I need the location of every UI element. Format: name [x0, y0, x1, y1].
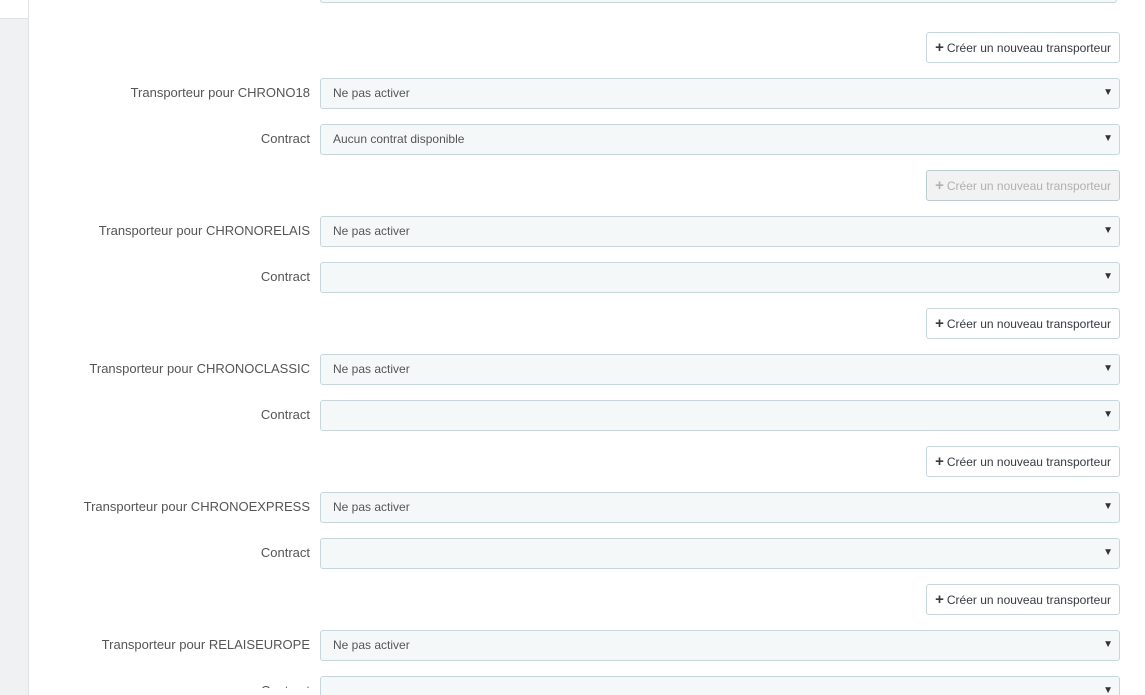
carrier-select-value: Ne pas activer	[333, 224, 410, 238]
contract-select-chronoexpress[interactable]: ▼	[320, 538, 1120, 569]
create-carrier-button[interactable]: + Créer un nouveau transporteur	[926, 584, 1120, 615]
contract-select-relaiseurope[interactable]: ▼	[320, 676, 1120, 695]
contract-label: Contract	[260, 683, 310, 695]
button-row: + Créer un nouveau transporteur	[29, 32, 1145, 78]
carrier-row-chrono18: Transporteur pour CHRONO18 Ne pas active…	[29, 78, 1145, 124]
contract-label: Contract	[260, 545, 310, 560]
carrier-label: Transporteur pour CHRONORELAIS	[98, 223, 310, 238]
button-wrap: + Créer un nouveau transporteur	[926, 584, 1120, 615]
dropdown-arrow-icon: ▼	[1103, 271, 1113, 282]
carrier-select-chronorelais[interactable]: Ne pas activer ▼	[320, 216, 1120, 247]
create-carrier-button[interactable]: + Créer un nouveau transporteur	[926, 32, 1120, 63]
create-carrier-button-label: Créer un nouveau transporteur	[946, 178, 1111, 193]
carrier-select-value: Ne pas activer	[333, 86, 410, 100]
create-carrier-button-label: Créer un nouveau transporteur	[946, 592, 1111, 607]
contract-select-value: Aucun contrat disponible	[333, 132, 465, 146]
carrier-select-relaiseurope[interactable]: Ne pas activer ▼	[320, 630, 1120, 661]
previous-contract-select[interactable]	[320, 0, 1117, 3]
dropdown-arrow-icon: ▼	[1103, 639, 1113, 650]
dropdown-arrow-icon: ▼	[1103, 547, 1113, 558]
carrier-select-chrono18[interactable]: Ne pas activer ▼	[320, 78, 1120, 109]
create-carrier-button[interactable]: + Créer un nouveau transporteur	[926, 446, 1120, 477]
carrier-row-chronoexpress: Transporteur pour CHRONOEXPRESS Ne pas a…	[29, 492, 1145, 538]
button-wrap: + Créer un nouveau transporteur	[926, 32, 1120, 63]
carrier-label: Transporteur pour RELAISEUROPE	[101, 637, 310, 652]
create-carrier-button[interactable]: + Créer un nouveau transporteur	[926, 308, 1120, 339]
carrier-select-value: Ne pas activer	[333, 638, 410, 652]
carrier-row-chronoclassic: Transporteur pour CHRONOCLASSIC Ne pas a…	[29, 354, 1145, 400]
carrier-label: Transporteur pour CHRONO18	[130, 85, 310, 100]
dropdown-arrow-icon: ▼	[1103, 409, 1113, 420]
plus-icon: +	[935, 315, 944, 332]
button-row: + Créer un nouveau transporteur	[29, 446, 1145, 492]
contract-select-chronorelais[interactable]: ▼	[320, 262, 1120, 293]
dropdown-arrow-icon: ▼	[1103, 87, 1113, 98]
carrier-row-chronorelais: Transporteur pour CHRONORELAIS Ne pas ac…	[29, 216, 1145, 262]
carrier-configuration-panel: + Créer un nouveau transporteur Transpor…	[28, 0, 1145, 695]
button-row: + Créer un nouveau transporteur	[29, 584, 1145, 630]
create-carrier-button-label: Créer un nouveau transporteur	[946, 454, 1111, 469]
carrier-select-value: Ne pas activer	[333, 362, 410, 376]
button-wrap: + Créer un nouveau transporteur	[926, 170, 1120, 201]
contract-row-chronorelais: Contract ▼	[29, 262, 1145, 308]
create-carrier-button-label: Créer un nouveau transporteur	[946, 40, 1111, 55]
dropdown-arrow-icon: ▼	[1103, 363, 1113, 374]
contract-label: Contract	[260, 407, 310, 422]
contract-row-relaiseurope: Contract ▼	[29, 676, 1145, 695]
button-row: + Créer un nouveau transporteur	[29, 308, 1145, 354]
dropdown-arrow-icon: ▼	[1103, 133, 1113, 144]
contract-label: Contract	[260, 269, 310, 284]
dropdown-arrow-icon: ▼	[1103, 225, 1113, 236]
dropdown-arrow-icon: ▼	[1103, 501, 1113, 512]
create-carrier-button-disabled[interactable]: + Créer un nouveau transporteur	[926, 170, 1120, 201]
plus-icon: +	[935, 39, 944, 56]
plus-icon: +	[935, 591, 944, 608]
plus-icon: +	[935, 177, 944, 194]
button-wrap: + Créer un nouveau transporteur	[926, 446, 1120, 477]
carrier-select-chronoclassic[interactable]: Ne pas activer ▼	[320, 354, 1120, 385]
carrier-select-value: Ne pas activer	[333, 500, 410, 514]
carrier-label: Transporteur pour CHRONOCLASSIC	[89, 361, 310, 376]
button-row: + Créer un nouveau transporteur	[29, 170, 1145, 216]
carrier-select-chronoexpress[interactable]: Ne pas activer ▼	[320, 492, 1120, 523]
contract-row-chrono18: Contract Aucun contrat disponible ▼	[29, 124, 1145, 170]
create-carrier-button-label: Créer un nouveau transporteur	[946, 316, 1111, 331]
contract-row-chronoclassic: Contract ▼	[29, 400, 1145, 446]
contract-select-chronoclassic[interactable]: ▼	[320, 400, 1120, 431]
carrier-row-relaiseurope: Transporteur pour RELAISEUROPE Ne pas ac…	[29, 630, 1145, 676]
button-wrap: + Créer un nouveau transporteur	[926, 308, 1120, 339]
plus-icon: +	[935, 453, 944, 470]
dropdown-arrow-icon: ▼	[1103, 685, 1113, 695]
contract-select-chrono18[interactable]: Aucun contrat disponible ▼	[320, 124, 1120, 155]
carrier-label: Transporteur pour CHRONOEXPRESS	[83, 499, 310, 514]
contract-label: Contract	[260, 131, 310, 146]
contract-row-chronoexpress: Contract ▼	[29, 538, 1145, 584]
carrier-form: + Créer un nouveau transporteur Transpor…	[29, 0, 1145, 695]
